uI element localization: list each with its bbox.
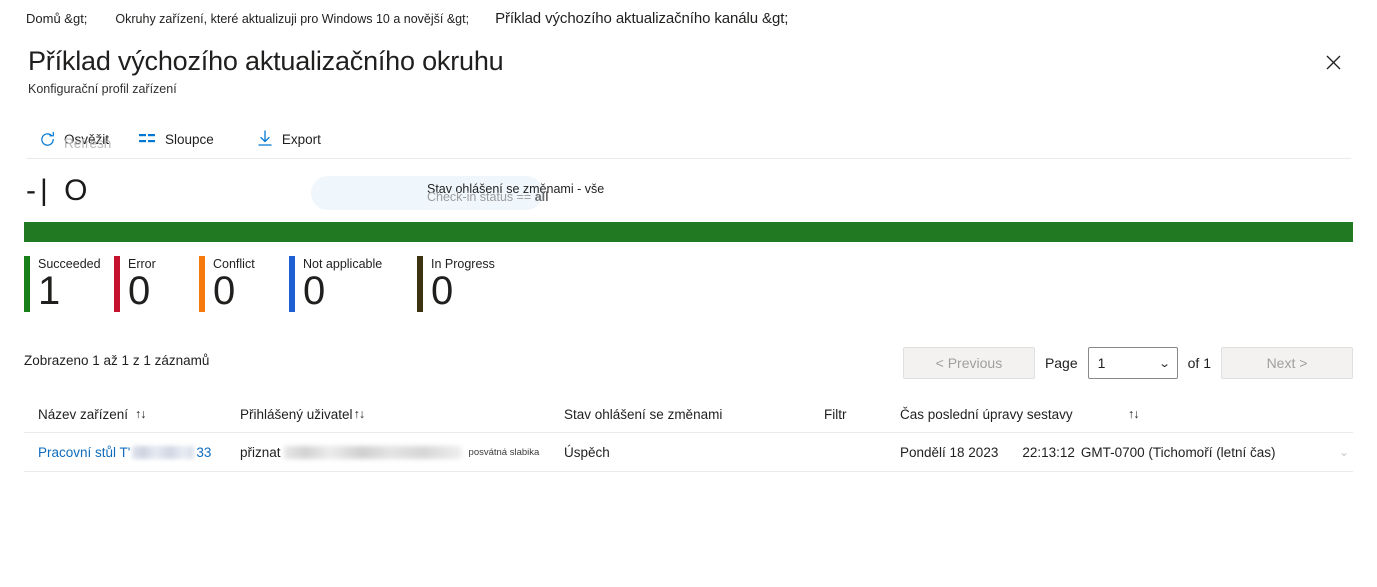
- status-tile-in-progress[interactable]: In Progress 0: [417, 256, 527, 312]
- page-subtitle: Konfigurační profil zařízení: [28, 82, 177, 96]
- filter-chip-label-original: Check-in status == all: [427, 190, 549, 204]
- column-header-label: Přihlášený uživatel: [240, 406, 353, 422]
- column-header-filter[interactable]: Filtr: [824, 407, 847, 422]
- status-tile-value: 1: [38, 269, 61, 313]
- download-icon: [256, 130, 274, 148]
- columns-label: Sloupce: [165, 131, 214, 147]
- status-tiles: Succeeded 1 Error 0 Conflict 0 Not appli…: [24, 256, 527, 312]
- device-name-prefix: Pracovní stůl T': [38, 444, 131, 460]
- column-header-label: Stav ohlášení se změnami: [564, 406, 723, 422]
- redaction-block: [132, 446, 195, 460]
- column-header-label: Název zařízení: [38, 406, 129, 422]
- table-header-row: Název zařízení ↑↓ Přihlášený uživatel ↑↓…: [24, 396, 1353, 433]
- command-bar-divider: [26, 158, 1351, 159]
- record-count: Zobrazeno 1 až 1 z 1 záznamů: [24, 353, 210, 368]
- column-header-logged-in-user[interactable]: Přihlášený uživatel ↑↓: [240, 406, 365, 422]
- column-header-last-report-time[interactable]: Čas poslední úpravy sestavy: [900, 407, 1073, 422]
- command-bar: Osvěžit Refresh Sloupce Export: [28, 122, 1351, 156]
- chevron-down-icon: ⌄: [1158, 357, 1172, 370]
- report-date: Pondělí 18 2023: [900, 444, 999, 460]
- page-label: Page: [1044, 355, 1078, 371]
- column-header-check-in-status[interactable]: Stav ohlášení se změnami: [564, 407, 722, 422]
- export-label: Export: [281, 131, 321, 147]
- refresh-icon: [38, 130, 56, 148]
- column-header-label: Filtr: [824, 406, 847, 422]
- refresh-label: Osvěžit: [64, 131, 110, 147]
- sort-icon: ↑↓: [353, 407, 365, 421]
- filter-chip-check-in-status[interactable]: Stav ohlášení se změnami - vše Check-in …: [311, 176, 604, 210]
- devices-table: Název zařízení ↑↓ Přihlášený uživatel ↑↓…: [24, 396, 1353, 472]
- page-total-label: of 1: [1187, 355, 1211, 371]
- status-tile-error[interactable]: Error 0: [114, 256, 199, 312]
- status-tile-succeeded[interactable]: Succeeded 1: [24, 256, 114, 312]
- status-tile-value: 0: [213, 269, 236, 313]
- sort-icon: ↑↓: [1128, 407, 1139, 421]
- column-header-last-report-time-sort[interactable]: ↑↓: [1128, 407, 1139, 421]
- pagination: < Previous Page 1 ⌄ of 1 Next >: [902, 347, 1353, 379]
- table-row[interactable]: Pracovní stůl T' 33 přiznat posvátná slabi…: [24, 433, 1353, 472]
- cell-device-name[interactable]: Pracovní stůl T' 33: [38, 445, 211, 460]
- page-title: Příklad výchozího aktualizačního okruhu: [28, 46, 504, 76]
- search-glyph[interactable]: -| O: [26, 174, 91, 208]
- breadcrumb-item-current[interactable]: Příklad výchozího aktualizačního kanálu …: [495, 10, 788, 27]
- status-tile-value: 0: [128, 269, 151, 313]
- column-header-device-name[interactable]: Název zařízení ↑↓: [38, 406, 147, 422]
- status-summary-bar: [24, 222, 1353, 242]
- device-name-suffix: 33: [196, 444, 212, 460]
- cell-logged-in-user: přiznat posvátná slabika: [240, 445, 539, 460]
- status-tile-value: 0: [303, 269, 326, 313]
- export-button[interactable]: Export: [246, 123, 331, 155]
- cell-last-report-time: Pondělí 18 2023 22:13:12 GMT-0700 (Ticho…: [900, 445, 1275, 460]
- status-tile-not-applicable[interactable]: Not applicable 0: [289, 256, 417, 312]
- breadcrumb-item-update-rings[interactable]: Okruhy zařízení, které aktualizuji pro W…: [115, 12, 469, 26]
- redaction-block: [283, 445, 462, 459]
- next-page-button[interactable]: Next >: [1221, 347, 1353, 379]
- previous-page-button[interactable]: < Previous: [902, 347, 1035, 379]
- columns-icon: [139, 130, 157, 148]
- device-name-link[interactable]: Pracovní stůl T' 33: [38, 445, 211, 460]
- columns-button[interactable]: Sloupce: [129, 123, 224, 155]
- status-tile-conflict[interactable]: Conflict 0: [199, 256, 289, 312]
- cell-check-in-status: Úspěch: [564, 444, 610, 460]
- page-header: Příklad výchozího aktualizačního okruhu …: [28, 44, 504, 96]
- column-header-label: Čas poslední úpravy sestavy: [900, 406, 1073, 422]
- status-tile-value: 0: [431, 269, 454, 313]
- user-name-note: posvátná slabika: [468, 446, 540, 458]
- filter-row: -| O Stav ohlášení se změnami - vše Chec…: [26, 172, 1351, 214]
- user-name-prefix: přiznat: [240, 444, 281, 460]
- report-timezone: GMT-0700 (Tichomoří (letní čas): [1080, 444, 1276, 460]
- close-icon[interactable]: [1317, 46, 1349, 78]
- page-number-value: 1: [1097, 355, 1106, 371]
- page-number-select[interactable]: 1 ⌄: [1087, 347, 1178, 379]
- report-clock: 22:13:12: [1022, 444, 1075, 460]
- sort-icon: ↑↓: [135, 407, 146, 421]
- row-overflow-icon[interactable]: ⌄: [1339, 445, 1349, 459]
- refresh-button[interactable]: Osvěžit Refresh: [28, 123, 119, 155]
- breadcrumb: Domů &gt; Okruhy zařízení, které aktuali…: [26, 10, 1351, 32]
- breadcrumb-item-home[interactable]: Domů &gt;: [26, 11, 87, 26]
